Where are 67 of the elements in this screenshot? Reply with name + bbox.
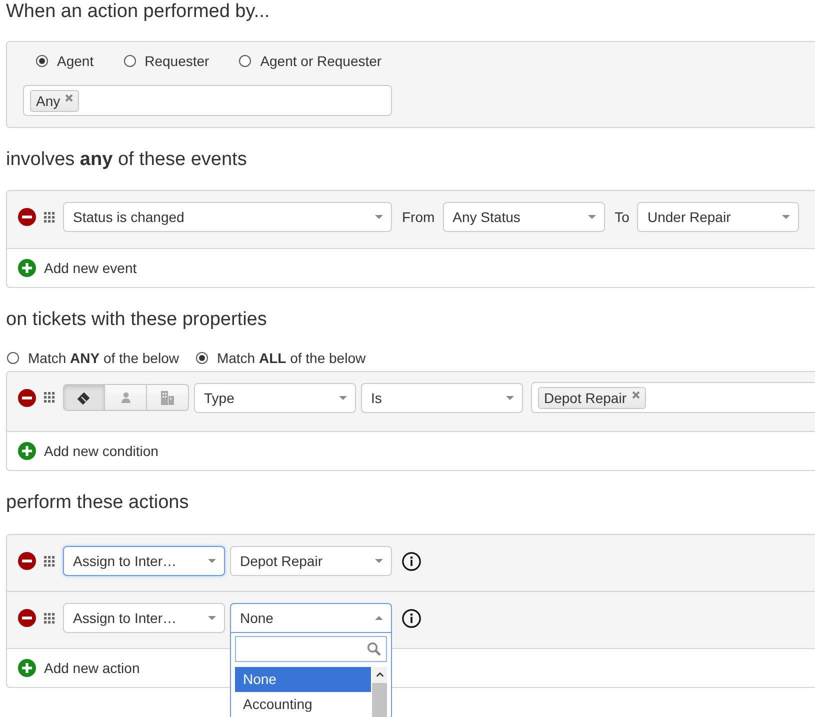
radio-button[interactable] xyxy=(7,352,19,364)
minus-circle-icon[interactable] xyxy=(18,388,36,406)
add-action-link[interactable]: Add new action xyxy=(18,659,140,677)
to-label: To xyxy=(614,209,630,225)
dropdown-option[interactable]: None xyxy=(235,667,371,692)
minus-circle-icon[interactable] xyxy=(18,609,36,627)
radio-button[interactable] xyxy=(196,352,208,364)
radio-label: Requester xyxy=(144,52,210,70)
person-icon xyxy=(120,392,130,403)
section-heading: involves any of these events xyxy=(6,148,247,172)
caret-icon xyxy=(375,559,383,563)
radio-button[interactable] xyxy=(124,55,136,67)
from-label: From xyxy=(402,209,435,225)
scroll-up-icon[interactable] xyxy=(376,672,384,677)
search-icon xyxy=(367,642,381,656)
minus-circle-icon[interactable] xyxy=(18,552,36,570)
tag-label: Depot Repair xyxy=(544,390,626,406)
source-toggle-button[interactable] xyxy=(63,384,105,411)
radio-label: Agent or Requester xyxy=(260,52,382,70)
grip-icon[interactable] xyxy=(44,392,55,403)
building-icon xyxy=(161,390,174,404)
grip-icon[interactable] xyxy=(44,212,55,222)
value-tag-input[interactable]: Depot Repair xyxy=(531,382,815,413)
group-select[interactable]: None xyxy=(230,603,392,633)
field-select[interactable]: Type xyxy=(194,382,356,412)
to-status-select[interactable]: Under Repair xyxy=(637,202,800,232)
group-select[interactable]: Depot Repair xyxy=(230,546,392,576)
radio-button[interactable] xyxy=(239,55,252,67)
close-icon[interactable] xyxy=(632,390,640,398)
radio-button[interactable] xyxy=(36,55,48,67)
grip-icon[interactable] xyxy=(44,556,55,566)
radio-label: Match ANY of the below xyxy=(28,349,179,367)
section-heading: on tickets with these properties xyxy=(6,308,267,332)
caret-icon xyxy=(375,616,383,620)
from-status-select[interactable]: Any Status xyxy=(442,202,605,232)
section-heading: perform these actions xyxy=(6,491,189,515)
info-icon[interactable] xyxy=(402,608,421,628)
dropdown-option[interactable]: Accounting xyxy=(235,692,371,717)
caret-icon xyxy=(339,396,347,400)
ticket-icon xyxy=(77,390,91,404)
caret-icon xyxy=(506,396,514,400)
add-event-link[interactable]: Add new event xyxy=(18,259,137,277)
source-toggle-button[interactable] xyxy=(105,384,147,411)
action-select[interactable]: Assign to Inter… xyxy=(63,603,225,633)
plus-circle-icon xyxy=(18,442,36,460)
section-heading: When an action performed by... xyxy=(6,0,270,24)
close-icon[interactable] xyxy=(65,94,74,102)
event-select[interactable]: Status is changed xyxy=(63,202,392,232)
caret-icon xyxy=(208,616,216,620)
info-icon[interactable] xyxy=(402,552,421,570)
caret-icon xyxy=(208,559,216,563)
add-condition-link[interactable]: Add new condition xyxy=(18,442,158,460)
plus-circle-icon xyxy=(18,259,36,277)
search-field[interactable] xyxy=(235,636,387,662)
plus-circle-icon xyxy=(18,659,36,677)
radio-label: Match ALL of the below xyxy=(216,349,366,367)
caret-icon xyxy=(782,215,790,219)
minus-circle-icon[interactable] xyxy=(18,208,36,226)
caret-icon xyxy=(375,215,383,219)
tag-label: Any xyxy=(36,92,60,108)
radio-label: Agent xyxy=(57,52,94,70)
operator-select[interactable]: Is xyxy=(361,382,523,412)
action-select[interactable]: Assign to Inter… xyxy=(63,546,225,576)
tag-input[interactable]: Any xyxy=(23,85,392,116)
source-toggle-button[interactable] xyxy=(147,384,189,411)
grip-icon[interactable] xyxy=(44,612,55,624)
caret-icon xyxy=(588,215,596,219)
